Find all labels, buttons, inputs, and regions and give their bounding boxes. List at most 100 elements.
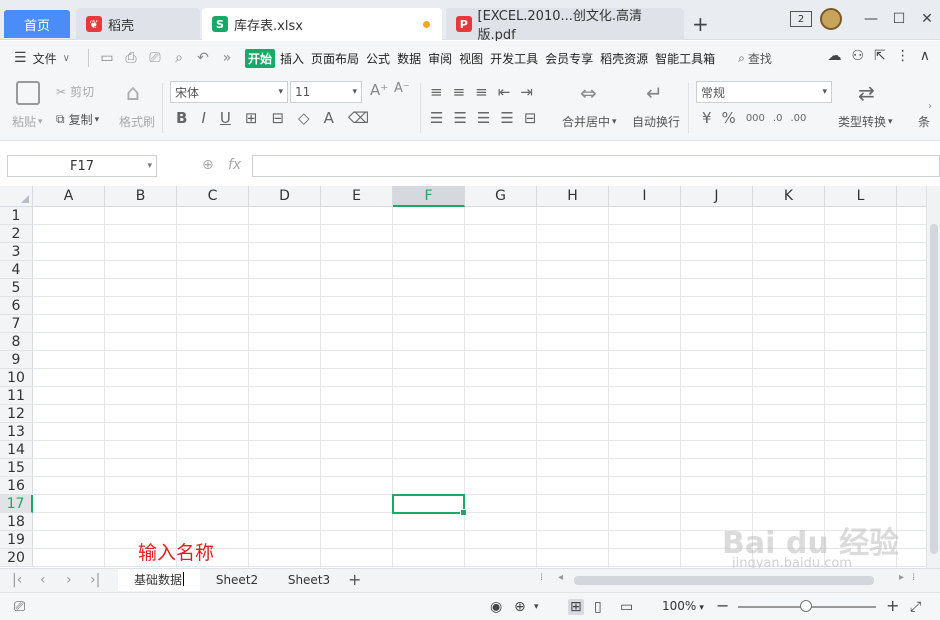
- row-header[interactable]: 18: [0, 513, 33, 531]
- splitter-right-icon[interactable]: ⁞: [912, 572, 915, 583]
- wrap-text-icon[interactable]: ↵: [646, 81, 663, 105]
- percent-icon[interactable]: %: [722, 109, 736, 127]
- print-icon[interactable]: ⎚: [146, 49, 164, 67]
- row-header[interactable]: 1: [0, 207, 33, 225]
- border-icon[interactable]: ⊞: [245, 109, 258, 127]
- grow-font-icon[interactable]: A⁺: [370, 81, 388, 99]
- tab-xlsx[interactable]: S 库存表.xlsx: [202, 8, 442, 40]
- share-icon[interactable]: ⇱: [874, 48, 886, 64]
- align-right-icon[interactable]: ☰: [477, 109, 490, 127]
- chevron-down-icon[interactable]: ▾: [534, 602, 539, 612]
- column-header[interactable]: I: [609, 186, 681, 207]
- menu-item-insert[interactable]: 插入: [278, 50, 306, 67]
- page-break-view-icon[interactable]: ▭: [620, 599, 633, 615]
- column-header[interactable]: A: [33, 186, 105, 207]
- column-header[interactable]: L: [825, 186, 897, 207]
- zoom-slider-handle[interactable]: [800, 600, 812, 612]
- row-header[interactable]: 6: [0, 297, 33, 315]
- reading-mode-icon[interactable]: ⊕: [514, 599, 526, 615]
- italic-icon[interactable]: I: [201, 109, 205, 127]
- more-icon[interactable]: »: [218, 49, 236, 67]
- sheet-tab[interactable]: Sheet2: [206, 569, 268, 591]
- font-size-select[interactable]: 11 ▾: [290, 81, 362, 103]
- restore-button[interactable]: ☐: [886, 8, 912, 30]
- scroll-right-icon[interactable]: ▸: [899, 572, 904, 583]
- splitter-icon[interactable]: ⁞: [540, 572, 543, 583]
- menu-item-view[interactable]: 视图: [457, 50, 485, 67]
- align-top-icon[interactable]: ≡: [430, 83, 443, 101]
- zoom-in-icon[interactable]: +: [886, 596, 899, 615]
- sheet-tab-active[interactable]: 基础数据: [118, 569, 200, 591]
- avatar[interactable]: [820, 8, 842, 30]
- menu-item-daoke-resources[interactable]: 稻壳资源: [598, 50, 650, 67]
- macro-record-icon[interactable]: ⎚: [14, 599, 25, 615]
- more-options-icon[interactable]: ⋮: [896, 48, 910, 64]
- decrease-decimal-icon[interactable]: .00: [790, 113, 806, 124]
- tab-daoke[interactable]: ❦ 稻壳: [76, 8, 200, 40]
- row-header[interactable]: 19: [0, 531, 33, 549]
- cut-button[interactable]: ✂ 剪切: [56, 83, 94, 100]
- file-menu[interactable]: ☰ 文件 ∨: [0, 50, 82, 67]
- select-all-corner[interactable]: [0, 186, 33, 207]
- row-header[interactable]: 2: [0, 225, 33, 243]
- zoom-formula-icon[interactable]: ⊕: [202, 157, 214, 173]
- column-header[interactable]: H: [537, 186, 609, 207]
- first-sheet-icon[interactable]: |‹: [12, 572, 22, 588]
- last-sheet-icon[interactable]: ›|: [90, 572, 100, 588]
- increase-indent-icon[interactable]: ⇥: [520, 83, 533, 101]
- next-sheet-icon[interactable]: ›: [66, 572, 72, 588]
- page-layout-view-icon[interactable]: ▯: [594, 599, 602, 615]
- increase-decimal-icon[interactable]: .0: [773, 113, 783, 124]
- shrink-font-icon[interactable]: A⁻: [394, 81, 410, 96]
- row-header[interactable]: 13: [0, 423, 33, 441]
- row-header[interactable]: 20: [0, 549, 33, 567]
- wrap-text-button[interactable]: 自动换行: [632, 113, 680, 130]
- sheet-tab-label[interactable]: 基础数据: [134, 571, 182, 588]
- zoom-out-icon[interactable]: −: [716, 596, 729, 615]
- print-preview-icon[interactable]: ⌕: [170, 49, 188, 67]
- vertical-scroll-thumb[interactable]: [930, 224, 938, 554]
- fullscreen-icon[interactable]: ⤢: [910, 599, 921, 615]
- align-left-icon[interactable]: ☰: [430, 109, 443, 127]
- horizontal-scrollbar[interactable]: ◂ ▸: [556, 572, 906, 586]
- menu-item-review[interactable]: 审阅: [426, 50, 454, 67]
- menu-item-page-layout[interactable]: 页面布局: [309, 50, 361, 67]
- distribute-icon[interactable]: ⊟: [524, 109, 537, 127]
- row-header[interactable]: 10: [0, 369, 33, 387]
- row-header[interactable]: 3: [0, 243, 33, 261]
- paste-icon[interactable]: [16, 81, 40, 105]
- underline-icon[interactable]: U: [220, 109, 231, 127]
- scroll-left-icon[interactable]: ◂: [558, 572, 563, 583]
- horizontal-scroll-thumb[interactable]: [574, 576, 874, 585]
- currency-icon[interactable]: ¥: [702, 109, 712, 127]
- format-painter-icon[interactable]: ⌂: [126, 81, 140, 106]
- menu-item-toolbox[interactable]: 智能工具箱: [653, 50, 717, 67]
- row-header-selected[interactable]: 17: [0, 495, 33, 513]
- justify-icon[interactable]: ☰: [500, 109, 513, 127]
- column-header[interactable]: G: [465, 186, 537, 207]
- menu-item-start[interactable]: 开始: [245, 48, 276, 68]
- eraser-icon[interactable]: ⌫: [348, 109, 369, 127]
- row-header[interactable]: 5: [0, 279, 33, 297]
- font-color-icon[interactable]: A: [324, 109, 334, 127]
- formula-input[interactable]: [252, 155, 940, 177]
- column-header[interactable]: E: [321, 186, 393, 207]
- cell-area[interactable]: [33, 207, 940, 568]
- align-center-icon[interactable]: ☰: [453, 109, 466, 127]
- paste-button[interactable]: 粘贴 ▾: [12, 113, 43, 130]
- row-header[interactable]: 16: [0, 477, 33, 495]
- merge-center-icon[interactable]: ⇔: [580, 81, 597, 105]
- column-header-partial[interactable]: [897, 186, 927, 207]
- row-header[interactable]: 14: [0, 441, 33, 459]
- row-header[interactable]: 7: [0, 315, 33, 333]
- row-header[interactable]: 9: [0, 351, 33, 369]
- row-header[interactable]: 4: [0, 261, 33, 279]
- collapse-ribbon-icon[interactable]: ∧: [920, 48, 930, 64]
- column-header-selected[interactable]: F: [393, 186, 465, 207]
- column-header[interactable]: D: [249, 186, 321, 207]
- export-icon[interactable]: ⎙: [122, 49, 140, 67]
- column-header[interactable]: K: [753, 186, 825, 207]
- minimize-button[interactable]: —: [858, 8, 884, 30]
- ribbon-overflow-label[interactable]: 条: [918, 113, 930, 130]
- chevron-right-icon[interactable]: ›: [928, 101, 932, 112]
